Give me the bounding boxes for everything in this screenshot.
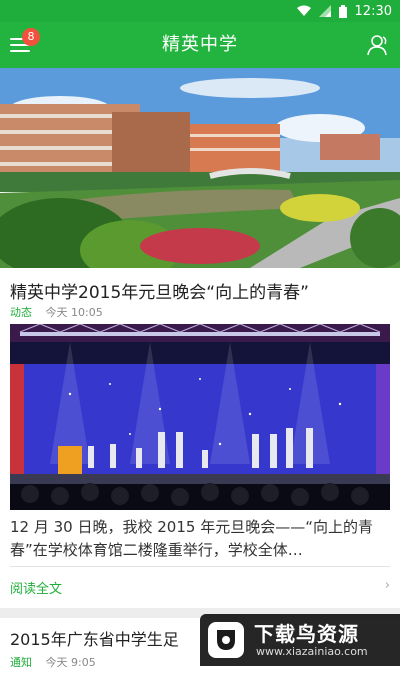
news-headline[interactable]: 精英中学2015年元旦晚会“向上的青春”	[10, 278, 390, 303]
chevron-right-icon[interactable]: ›	[385, 578, 390, 593]
category-tag: 通知	[10, 656, 32, 669]
publish-time: 今天 9:05	[45, 656, 96, 669]
battery-icon	[338, 4, 347, 18]
app-bar: 8 精英中学	[0, 22, 400, 68]
divider	[10, 566, 390, 567]
status-bar: 12:30	[0, 0, 400, 22]
watermark-title: 下载鸟资源	[254, 622, 359, 646]
campus-hero-image	[0, 68, 400, 268]
cellular-signal-icon	[318, 5, 331, 17]
app-title: 精英中学	[162, 34, 238, 55]
news-card[interactable]: 精英中学2015年元旦晚会“向上的青春” 动态 今天 10:05 12 月 30…	[0, 68, 400, 608]
news-meta: 动态 今天 10:05	[10, 304, 103, 320]
wifi-icon	[296, 5, 311, 16]
status-icons: 12:30	[296, 2, 392, 20]
category-tag: 动态	[10, 306, 32, 319]
stage-photo	[10, 324, 390, 510]
watermark-logo-icon	[208, 622, 244, 658]
news-excerpt: 12 月 30 日晚，我校 2015 年元旦晚会——“向上的青春”在学校体育馆二…	[10, 518, 373, 559]
read-more-link[interactable]: 阅读全文	[10, 578, 62, 597]
publish-time: 今天 10:05	[45, 306, 103, 319]
watermark-url: www.xiazainiao.com	[256, 645, 368, 658]
watermark-overlay: 下载鸟资源 www.xiazainiao.com	[200, 614, 400, 666]
news-headline[interactable]: 2015年广东省中学生足	[10, 626, 179, 650]
news-meta: 通知 今天 9:05	[10, 654, 96, 670]
user-icon[interactable]	[366, 33, 390, 57]
status-time: 12:30	[354, 3, 392, 19]
